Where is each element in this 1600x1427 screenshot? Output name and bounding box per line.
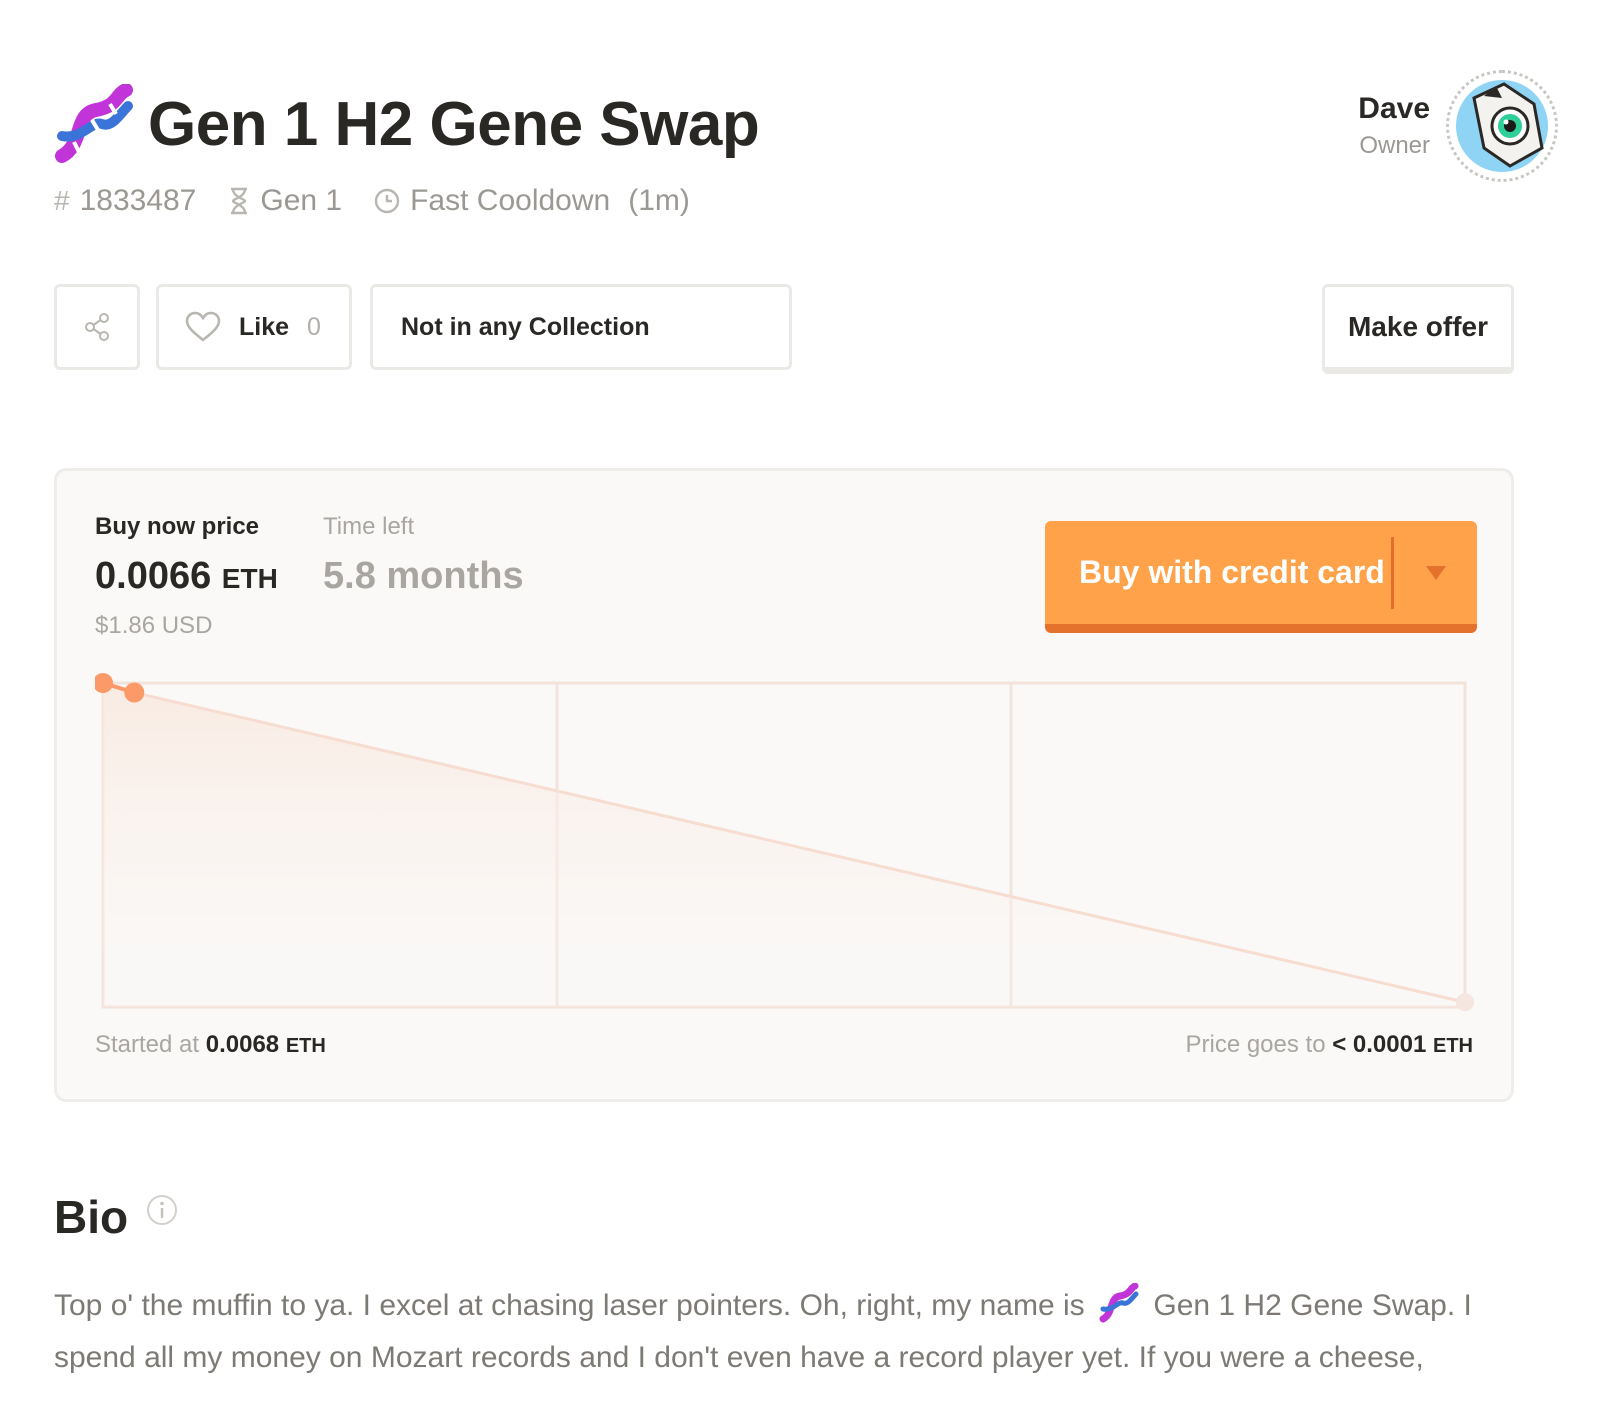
page-title: Gen 1 H2 Gene Swap (148, 89, 760, 159)
buy-now-label: Buy now price (95, 513, 260, 540)
owner-name[interactable]: Dave (1358, 92, 1430, 126)
time-left-value: 5.8 months (323, 555, 524, 597)
goes-to-label: Price goes to (1185, 1031, 1326, 1058)
goes-to-unit: ETH (1433, 1035, 1473, 1057)
sale-panel: Buy now price 0.0066 ETH $1.86 USD Time … (54, 468, 1514, 1102)
bio-text: Top o' the muffin to ya. I excel at chas… (54, 1280, 1524, 1384)
buy-credit-card-button[interactable]: Buy with credit card (1045, 521, 1477, 633)
like-count: 0 (307, 312, 321, 341)
share-icon (85, 313, 109, 341)
heart-icon (185, 311, 221, 342)
hash-icon: # (54, 185, 70, 216)
make-offer-button[interactable]: Make offer (1322, 284, 1514, 374)
meta-row: # 1833487 Gen 1 Fast Cooldown (1m) (54, 184, 722, 218)
buy-button-label: Buy with credit card (1079, 554, 1385, 590)
bio-title: Bio (54, 1191, 129, 1243)
time-left-label: Time left (323, 513, 415, 540)
title-row: Gen 1 H2 Gene Swap (54, 84, 760, 164)
clock-icon (374, 188, 400, 214)
price-goes-to: Price goes to < 0.0001 ETH (1185, 1031, 1473, 1059)
bio-text-part1: Top o' the muffin to ya. I excel at chas… (54, 1289, 1085, 1322)
kitty-header: Gen 1 H2 Gene Swap # 1833487 Gen 1 Fast … (54, 84, 1554, 234)
cooldown-time: (1m) (628, 184, 690, 217)
buy-dropdown-toggle[interactable] (1394, 565, 1477, 581)
caret-down-icon (1425, 565, 1446, 580)
info-icon[interactable] (146, 1194, 178, 1226)
generation: Gen 1 (228, 184, 342, 218)
price-value: 0.0066 ETH (95, 555, 278, 598)
price-unit: ETH (221, 563, 278, 594)
owner-avatar-image (1456, 80, 1548, 172)
chart-point (1456, 993, 1474, 1012)
kitty-id: # 1833487 (54, 184, 196, 218)
price-amount: 0.0066 (95, 555, 212, 597)
price-usd: $1.86 USD (95, 612, 213, 639)
bio-heading: Bio (54, 1190, 178, 1244)
share-button[interactable] (54, 284, 140, 370)
hourglass-icon (231, 187, 248, 215)
time-left-block: Time left 5.8 months (323, 513, 524, 598)
started-unit: ETH (285, 1035, 326, 1057)
goes-to-value: < 0.0001 (1332, 1031, 1427, 1058)
cooldown-value: Fast Cooldown (410, 184, 611, 217)
action-bar: Like 0 Not in any Collection Make offer (54, 284, 1514, 374)
started-label: Started at (95, 1031, 200, 1058)
dna-icon (1099, 1283, 1139, 1323)
collection-button[interactable]: Not in any Collection (370, 284, 792, 370)
owner-role: Owner (1359, 132, 1430, 159)
started-at: Started at 0.0068 ETH (95, 1031, 326, 1059)
price-block: Buy now price 0.0066 ETH $1.86 USD (95, 513, 278, 640)
started-value: 0.0068 (205, 1031, 280, 1058)
like-label: Like (239, 312, 290, 341)
cooldown: Fast Cooldown (1m) (374, 184, 690, 218)
owner-info[interactable]: Dave Owner (1358, 70, 1558, 182)
price-chart (95, 673, 1474, 1012)
chart-point (124, 682, 145, 703)
avatar[interactable] (1446, 70, 1558, 182)
owner-text: Dave Owner (1358, 92, 1430, 160)
like-button[interactable]: Like 0 (156, 284, 352, 370)
kitty-id-value: 1833487 (79, 184, 197, 217)
generation-value: Gen 1 (260, 184, 343, 217)
dna-icon (55, 84, 133, 163)
